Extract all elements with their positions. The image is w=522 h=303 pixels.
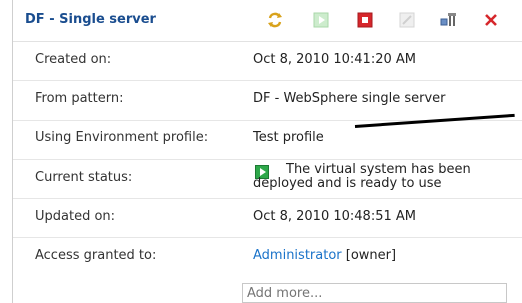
current-status-value: The virtual system has been deployed and… [253, 162, 471, 191]
access-granted-row: Access granted to: Administrator [owner] [13, 237, 522, 279]
created-on-value: Oct 8, 2010 10:41:20 AM [253, 52, 416, 67]
access-granted-value: Administrator [owner] [253, 248, 396, 263]
from-pattern-label: From pattern: [35, 91, 124, 106]
updated-on-label: Updated on: [35, 209, 116, 224]
add-more-input[interactable] [242, 283, 507, 303]
refresh-icon[interactable] [265, 10, 285, 30]
updated-on-row: Updated on: Oct 8, 2010 10:48:51 AM [13, 198, 522, 238]
updated-on-value: Oct 8, 2010 10:48:51 AM [253, 209, 416, 224]
from-pattern-row: From pattern: DF - WebSphere single serv… [13, 80, 522, 121]
created-on-label: Created on: [35, 52, 112, 67]
administrator-link[interactable]: Administrator [253, 248, 342, 263]
stop-icon[interactable] [355, 10, 375, 30]
pattern-link[interactable]: DF - WebSphere single server [253, 91, 446, 106]
environment-profile-row: Using Environment profile: Test profile [13, 120, 522, 160]
current-status-row: Current status: The virtual system has b… [13, 159, 522, 199]
owner-tag: [owner] [341, 248, 397, 263]
created-on-row: Created on: Oct 8, 2010 10:41:20 AM [13, 41, 522, 81]
virtual-system-panel: DF - Single server Created on: Oct 8, 20… [12, 0, 522, 303]
panel-header: DF - Single server [13, 0, 522, 42]
access-granted-label: Access granted to: [35, 248, 157, 263]
page-title: DF - Single server [25, 12, 156, 27]
environment-profile-label: Using Environment profile: [35, 130, 209, 145]
current-status-label: Current status: [35, 170, 133, 185]
delete-icon[interactable] [481, 10, 501, 30]
environment-profile-link[interactable]: Test profile [253, 130, 324, 145]
clone-icon[interactable] [438, 10, 458, 30]
start-icon[interactable] [311, 10, 331, 30]
edit-icon[interactable] [397, 10, 417, 30]
